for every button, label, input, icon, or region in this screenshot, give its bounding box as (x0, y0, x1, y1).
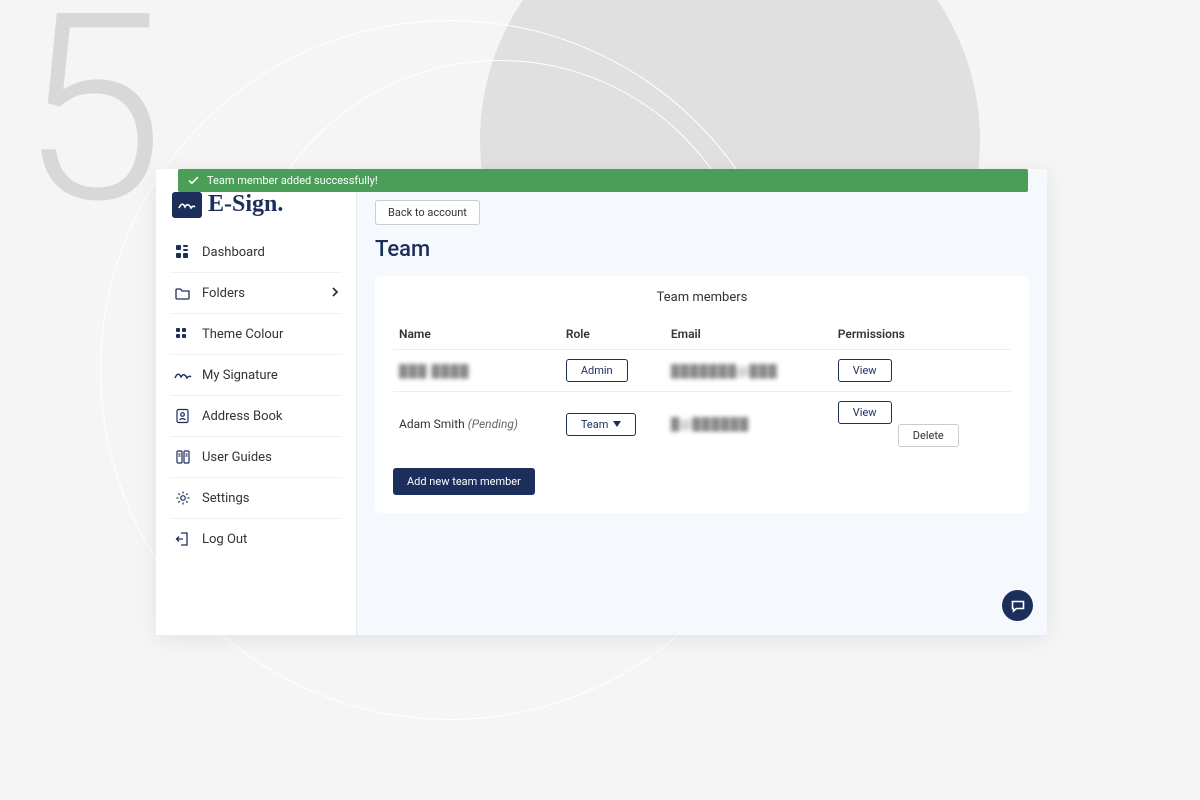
gear-icon (174, 489, 192, 507)
caret-down-icon (613, 421, 621, 427)
column-header-name: Name (393, 319, 560, 350)
pending-label: (Pending) (468, 417, 518, 431)
success-banner: Team member added successfully! (178, 169, 1028, 192)
folder-icon (174, 284, 192, 302)
member-name: ███ ████ (393, 350, 560, 392)
team-members-card: Team members Name Role Email Permissions… (375, 276, 1029, 513)
team-members-table: Name Role Email Permissions ███ ████ Adm… (393, 319, 1011, 456)
sidebar-item-my-signature[interactable]: My Signature (170, 355, 342, 396)
sidebar-item-folders[interactable]: Folders (170, 273, 342, 314)
view-button[interactable]: View (838, 401, 892, 424)
column-header-role: Role (560, 319, 665, 350)
chevron-right-icon (330, 286, 340, 301)
sidebar-item-label: Settings (202, 491, 249, 506)
sidebar-item-address-book[interactable]: Address Book (170, 396, 342, 437)
sidebar-item-label: Log Out (202, 532, 247, 547)
sidebar-item-log-out[interactable]: Log Out (170, 519, 342, 559)
column-header-permissions: Permissions (832, 319, 1011, 350)
table-row: ███ ████ Admin ███████@███ View (393, 350, 1011, 392)
logout-icon (174, 530, 192, 548)
dashboard-icon (174, 243, 192, 261)
sidebar-item-user-guides[interactable]: User Guides (170, 437, 342, 478)
sidebar-item-label: Theme Colour (202, 327, 283, 342)
member-permissions: View Delete (832, 392, 1011, 457)
back-to-account-button[interactable]: Back to account (375, 200, 480, 225)
sidebar-item-dashboard[interactable]: Dashboard (170, 232, 342, 273)
guides-icon (174, 448, 192, 466)
page-title: Team (375, 237, 1029, 262)
view-button[interactable]: View (838, 359, 892, 382)
palette-icon (174, 325, 192, 343)
sidebar-item-label: User Guides (202, 450, 272, 465)
addressbook-icon (174, 407, 192, 425)
logo-text: E-Sign. (208, 191, 283, 218)
member-role: Admin (560, 350, 665, 392)
logo: E-Sign. (156, 191, 356, 232)
sidebar-item-label: Address Book (202, 409, 282, 424)
role-badge[interactable]: Admin (566, 359, 628, 382)
chat-button[interactable] (1002, 590, 1033, 621)
delete-button[interactable]: Delete (898, 424, 959, 447)
card-title: Team members (393, 290, 1011, 305)
sidebar-item-theme-colour[interactable]: Theme Colour (170, 314, 342, 355)
logo-badge-icon (172, 192, 202, 218)
member-permissions: View (832, 350, 1011, 392)
member-name: Adam Smith (Pending) (393, 392, 560, 457)
chat-icon (1010, 598, 1026, 614)
member-role: Team (560, 392, 665, 457)
success-message: Team member added successfully! (207, 174, 378, 187)
app-window: E-Sign. Dashboard Folders (156, 169, 1047, 635)
sidebar-item-label: My Signature (202, 368, 278, 383)
main-content: Back to account Team Team members Name R… (357, 169, 1047, 635)
sidebar-nav: Dashboard Folders Theme Colour (156, 232, 356, 559)
sidebar-item-settings[interactable]: Settings (170, 478, 342, 519)
member-email: ███████@███ (665, 350, 832, 392)
role-dropdown[interactable]: Team (566, 413, 637, 436)
sidebar-item-label: Folders (202, 286, 245, 301)
column-header-email: Email (665, 319, 832, 350)
member-email: █@██████ (665, 392, 832, 457)
sidebar-item-label: Dashboard (202, 245, 265, 260)
signature-icon (174, 366, 192, 384)
table-row: Adam Smith (Pending) Team █@██████ View (393, 392, 1011, 457)
check-icon (187, 174, 200, 187)
add-team-member-button[interactable]: Add new team member (393, 468, 535, 495)
sidebar: E-Sign. Dashboard Folders (156, 169, 357, 635)
